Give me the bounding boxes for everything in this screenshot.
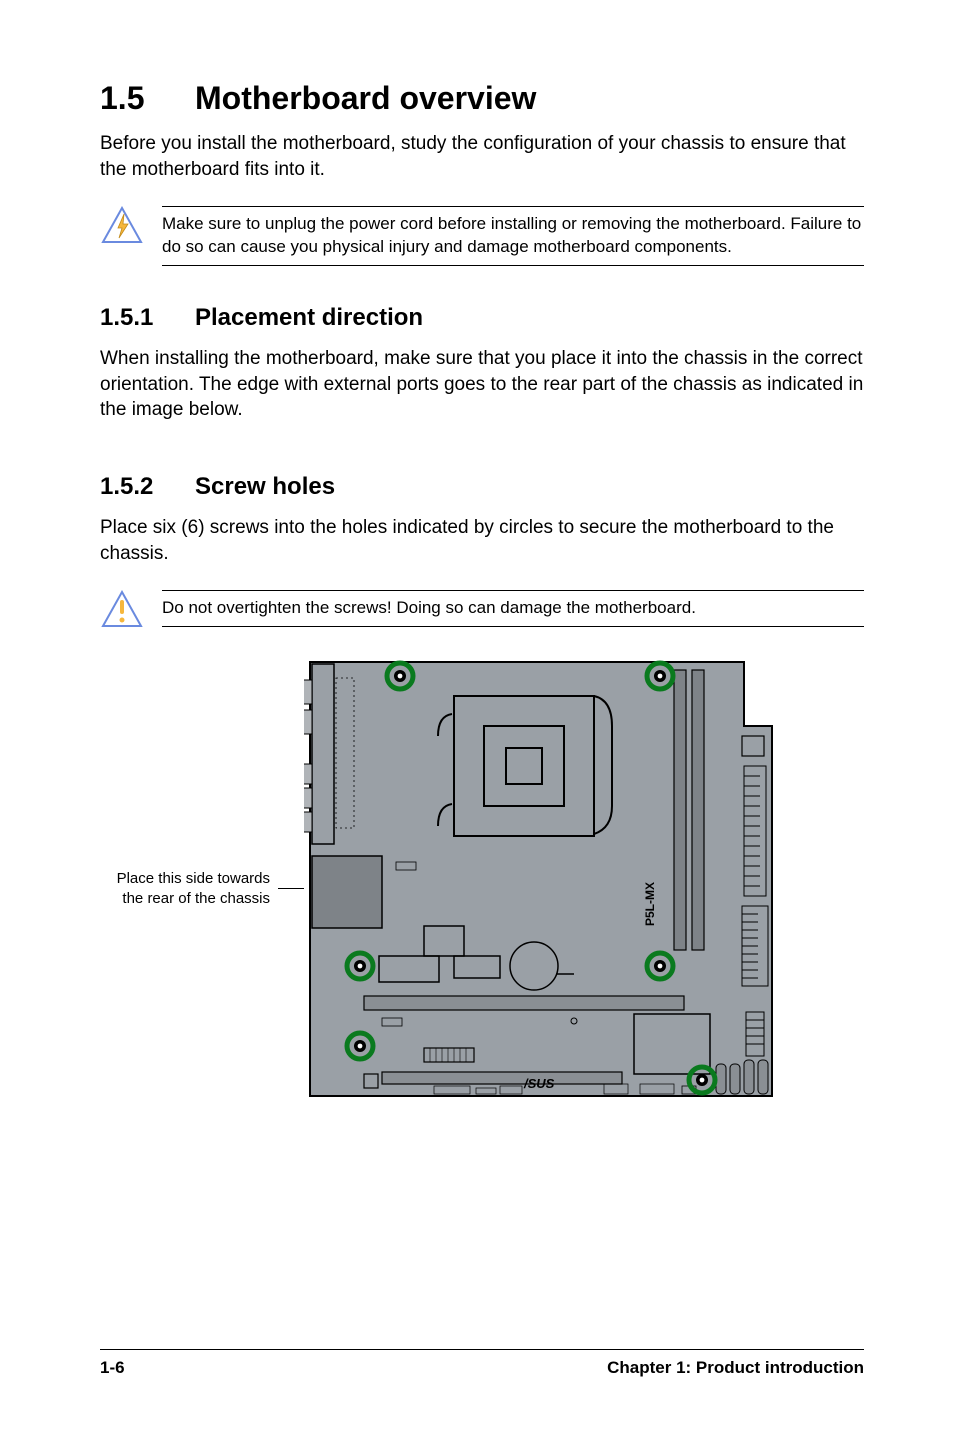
page-number: 1-6 (100, 1358, 125, 1378)
chapter-label: Chapter 1: Product introduction (607, 1358, 864, 1378)
heading-number: 1.5 (100, 80, 195, 117)
motherboard-diagram: P5L-MX (304, 656, 774, 1121)
figure-label-line2: the rear of the chassis (122, 890, 270, 907)
subheading-1: 1.5.1Placement direction (100, 304, 864, 332)
warning-callout-2: Do not overtighten the screws! Doing so … (100, 584, 864, 638)
heading-title: Motherboard overview (195, 80, 536, 116)
figure-label-line1: Place this side towards (117, 870, 270, 887)
subheading-2: 1.5.2Screw holes (100, 473, 864, 501)
lightning-icon (100, 206, 144, 248)
warning-callout-1: Make sure to unplug the power cord befor… (100, 200, 864, 272)
sub1-number: 1.5.1 (100, 304, 195, 332)
board-model-label: P5L-MX (643, 882, 657, 926)
main-heading: 1.5Motherboard overview (100, 80, 864, 117)
sub2-body: Place six (6) screws into the holes indi… (100, 515, 864, 566)
figure-row: Place this side towards the rear of the … (100, 656, 864, 1121)
leader-line (278, 888, 304, 889)
intro-paragraph: Before you install the motherboard, stud… (100, 131, 864, 182)
brand-label: /SUS (523, 1076, 555, 1091)
figure-label: Place this side towards the rear of the … (100, 869, 270, 908)
sub2-number: 1.5.2 (100, 473, 195, 501)
exclamation-icon (100, 590, 144, 632)
warning-text-1: Make sure to unplug the power cord befor… (162, 206, 864, 266)
warning-text-2: Do not overtighten the screws! Doing so … (162, 590, 864, 627)
sub1-title: Placement direction (195, 304, 423, 331)
sub1-body: When installing the motherboard, make su… (100, 346, 864, 423)
sub2-title: Screw holes (195, 473, 335, 500)
page-footer: 1-6 Chapter 1: Product introduction (100, 1349, 864, 1378)
